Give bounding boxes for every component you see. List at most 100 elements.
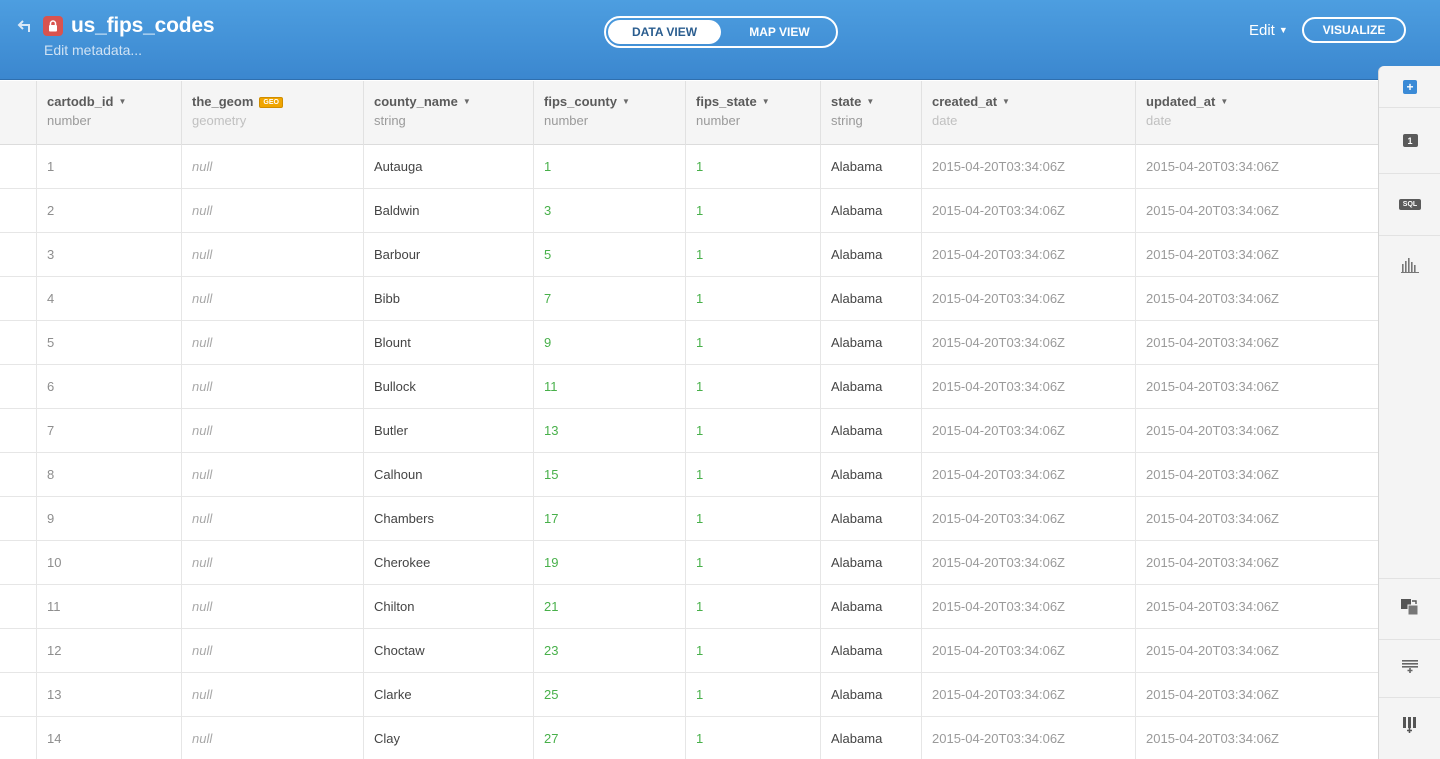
- column-header-county-name[interactable]: county_name ▼ string: [363, 81, 533, 145]
- column-name[interactable]: county_name ▼: [374, 94, 523, 109]
- cell-created-at[interactable]: 2015-04-20T03:34:06Z: [921, 585, 1135, 629]
- cell-cartodb-id[interactable]: 6: [36, 365, 181, 409]
- table-row[interactable]: 5 null Blount 9 1 Alabama 2015-04-20T03:34:06Z…: [0, 321, 1378, 365]
- cell-the-geom[interactable]: null: [181, 497, 363, 541]
- cell-county-name[interactable]: Chilton: [363, 585, 533, 629]
- cell-county-name[interactable]: Calhoun: [363, 453, 533, 497]
- cell-cartodb-id[interactable]: 13: [36, 673, 181, 717]
- cell-state[interactable]: Alabama: [820, 629, 921, 673]
- cell-created-at[interactable]: 2015-04-20T03:34:06Z: [921, 321, 1135, 365]
- cell-county-name[interactable]: Baldwin: [363, 189, 533, 233]
- cell-fips-state[interactable]: 1: [685, 497, 820, 541]
- merge-tables-button[interactable]: [1379, 578, 1440, 640]
- row-gutter[interactable]: [0, 673, 36, 717]
- cell-fips-county[interactable]: 19: [533, 541, 685, 585]
- cell-updated-at[interactable]: 2015-04-20T03:34:06Z: [1135, 189, 1378, 233]
- table-row[interactable]: 14 null Clay 27 1 Alabama 2015-04-20T03:34:06Z…: [0, 717, 1378, 759]
- table-row[interactable]: 7 null Butler 13 1 Alabama 2015-04-20T03:34:06…: [0, 409, 1378, 453]
- cell-county-name[interactable]: Clay: [363, 717, 533, 759]
- cell-state[interactable]: Alabama: [820, 189, 921, 233]
- cell-state[interactable]: Alabama: [820, 673, 921, 717]
- cell-fips-state[interactable]: 1: [685, 145, 820, 189]
- column-name[interactable]: state ▼: [831, 94, 911, 109]
- column-header-the-geom[interactable]: the_geom GEO geometry: [181, 81, 363, 145]
- cell-cartodb-id[interactable]: 10: [36, 541, 181, 585]
- cell-cartodb-id[interactable]: 5: [36, 321, 181, 365]
- add-tool-button[interactable]: +: [1379, 66, 1440, 108]
- table-row[interactable]: 11 null Chilton 21 1 Alabama 2015-04-20T03:34:…: [0, 585, 1378, 629]
- cell-cartodb-id[interactable]: 3: [36, 233, 181, 277]
- table-row[interactable]: 13 null Clarke 25 1 Alabama 2015-04-20T03:34:0…: [0, 673, 1378, 717]
- cell-updated-at[interactable]: 2015-04-20T03:34:06Z: [1135, 233, 1378, 277]
- cell-the-geom[interactable]: null: [181, 233, 363, 277]
- column-name[interactable]: fips_state ▼: [696, 94, 810, 109]
- geo-badge[interactable]: GEO: [259, 97, 283, 108]
- cell-fips-county[interactable]: 17: [533, 497, 685, 541]
- row-gutter[interactable]: [0, 453, 36, 497]
- cell-created-at[interactable]: 2015-04-20T03:34:06Z: [921, 145, 1135, 189]
- cell-the-geom[interactable]: null: [181, 277, 363, 321]
- column-name[interactable]: the_geom GEO: [192, 94, 353, 109]
- table-row[interactable]: 4 null Bibb 7 1 Alabama 2015-04-20T03:34:06Z 20…: [0, 277, 1378, 321]
- column-header-cartodb-id[interactable]: cartodb_id ▼ number: [36, 81, 181, 145]
- cell-county-name[interactable]: Autauga: [363, 145, 533, 189]
- row-gutter[interactable]: [0, 585, 36, 629]
- row-gutter[interactable]: [0, 541, 36, 585]
- cell-created-at[interactable]: 2015-04-20T03:34:06Z: [921, 189, 1135, 233]
- edit-menu[interactable]: Edit ▼: [1249, 22, 1288, 39]
- add-column-button[interactable]: [1379, 698, 1440, 756]
- cell-fips-state[interactable]: 1: [685, 717, 820, 759]
- row-gutter[interactable]: [0, 717, 36, 759]
- cell-fips-state[interactable]: 1: [685, 233, 820, 277]
- cell-cartodb-id[interactable]: 7: [36, 409, 181, 453]
- cell-updated-at[interactable]: 2015-04-20T03:34:06Z: [1135, 673, 1378, 717]
- column-header-created-at[interactable]: created_at ▼ date: [921, 81, 1135, 145]
- cell-created-at[interactable]: 2015-04-20T03:34:06Z: [921, 453, 1135, 497]
- cell-state[interactable]: Alabama: [820, 145, 921, 189]
- table-row[interactable]: 12 null Choctaw 23 1 Alabama 2015-04-20T03:34:…: [0, 629, 1378, 673]
- cell-fips-county[interactable]: 21: [533, 585, 685, 629]
- cell-county-name[interactable]: Chambers: [363, 497, 533, 541]
- cell-county-name[interactable]: Butler: [363, 409, 533, 453]
- cell-fips-state[interactable]: 1: [685, 321, 820, 365]
- row-gutter[interactable]: [0, 409, 36, 453]
- cell-state[interactable]: Alabama: [820, 497, 921, 541]
- cell-fips-state[interactable]: 1: [685, 541, 820, 585]
- row-gutter[interactable]: [0, 497, 36, 541]
- table-row[interactable]: 2 null Baldwin 3 1 Alabama 2015-04-20T03:34:06…: [0, 189, 1378, 233]
- table-row[interactable]: 3 null Barbour 5 1 Alabama 2015-04-20T03:34:06…: [0, 233, 1378, 277]
- chevron-down-icon[interactable]: ▼: [463, 97, 471, 106]
- row-gutter[interactable]: [0, 233, 36, 277]
- cell-created-at[interactable]: 2015-04-20T03:34:06Z: [921, 541, 1135, 585]
- cell-updated-at[interactable]: 2015-04-20T03:34:06Z: [1135, 409, 1378, 453]
- column-header-state[interactable]: state ▼ string: [820, 81, 921, 145]
- add-row-button[interactable]: [1379, 640, 1440, 698]
- cell-the-geom[interactable]: null: [181, 673, 363, 717]
- cell-updated-at[interactable]: 2015-04-20T03:34:06Z: [1135, 497, 1378, 541]
- column-name[interactable]: created_at ▼: [932, 94, 1125, 109]
- cell-fips-state[interactable]: 1: [685, 453, 820, 497]
- cell-the-geom[interactable]: null: [181, 585, 363, 629]
- cell-fips-state[interactable]: 1: [685, 365, 820, 409]
- cell-updated-at[interactable]: 2015-04-20T03:34:06Z: [1135, 277, 1378, 321]
- filters-tool-button[interactable]: [1379, 236, 1440, 298]
- table-row[interactable]: 9 null Chambers 17 1 Alabama 2015-04-20T03:34:…: [0, 497, 1378, 541]
- cell-created-at[interactable]: 2015-04-20T03:34:06Z: [921, 673, 1135, 717]
- cell-the-geom[interactable]: null: [181, 453, 363, 497]
- cell-fips-county[interactable]: 27: [533, 717, 685, 759]
- cell-cartodb-id[interactable]: 4: [36, 277, 181, 321]
- cell-created-at[interactable]: 2015-04-20T03:34:06Z: [921, 365, 1135, 409]
- cell-cartodb-id[interactable]: 1: [36, 145, 181, 189]
- cell-the-geom[interactable]: null: [181, 189, 363, 233]
- column-header-updated-at[interactable]: updated_at ▼ date: [1135, 81, 1378, 145]
- cell-created-at[interactable]: 2015-04-20T03:34:06Z: [921, 629, 1135, 673]
- edit-metadata-link[interactable]: Edit metadata...: [44, 42, 142, 58]
- cell-state[interactable]: Alabama: [820, 717, 921, 759]
- chevron-down-icon[interactable]: ▼: [118, 97, 126, 106]
- chevron-down-icon[interactable]: ▼: [1002, 97, 1010, 106]
- cell-fips-county[interactable]: 3: [533, 189, 685, 233]
- cell-updated-at[interactable]: 2015-04-20T03:34:06Z: [1135, 541, 1378, 585]
- cell-county-name[interactable]: Clarke: [363, 673, 533, 717]
- cell-fips-county[interactable]: 15: [533, 453, 685, 497]
- table-row[interactable]: 10 null Cherokee 19 1 Alabama 2015-04-20T03:34…: [0, 541, 1378, 585]
